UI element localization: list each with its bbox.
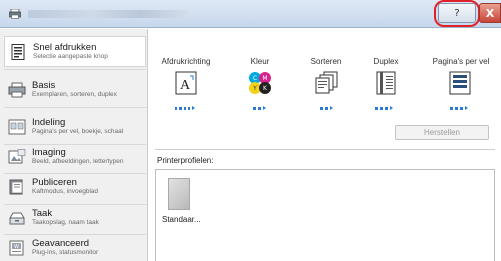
sidebar-item-subtitle: Exemplaren, sorteren, duplex — [32, 91, 117, 99]
window-title-redacted — [28, 10, 188, 18]
printer-profiles-label: Printerprofielen: — [157, 156, 214, 165]
sidebar-item-title: Snel afdrukken — [33, 41, 97, 53]
orientation-letter: A — [180, 78, 191, 93]
sidebar-item-title: Taak — [32, 207, 53, 219]
pages-per-sheet-pager — [450, 105, 470, 111]
printer-app-icon — [9, 9, 21, 19]
reset-button[interactable]: Herstellen — [395, 125, 489, 140]
title-bar: ? X — [0, 0, 501, 28]
svg-text:C: C — [253, 75, 257, 82]
sidebar-item-indeling[interactable]: Indeling Pagina's per vel, boekje, schaa… — [4, 111, 146, 142]
basic-printer-icon — [8, 81, 26, 99]
close-icon: X — [485, 6, 495, 20]
help-button-highlight — [434, 0, 480, 27]
column-header-color: Kleur — [250, 57, 270, 66]
sidebar: Snel afdrukken Selectie aangepaste knop … — [0, 29, 148, 261]
sidebar-item-title: Imaging — [32, 146, 66, 158]
sidebar-item-basis[interactable]: Basis Exemplaren, sorteren, duplex — [4, 74, 146, 105]
sidebar-item-subtitle: Pagina's per vel, boekje, schaal — [32, 128, 124, 136]
sidebar-item-subtitle: Selectie aangepaste knop — [33, 53, 108, 61]
column-header-collate: Sorteren — [310, 57, 342, 66]
orientation-button[interactable]: A — [175, 71, 197, 95]
collate-button[interactable] — [315, 71, 339, 95]
sidebar-item-subtitle: Beeld, afbeeldingen, lettertypen — [32, 158, 124, 166]
sidebar-item-title: Geavanceerd — [32, 237, 90, 249]
sidebar-item-publiceren[interactable]: Publiceren Kaftmodus, invoegblad — [4, 171, 146, 202]
column-header-pages-per-sheet: Pagina's per vel — [432, 57, 490, 66]
duplex-button[interactable] — [376, 71, 398, 95]
close-button[interactable]: X — [479, 3, 501, 23]
sidebar-item-imaging[interactable]: Imaging Beeld, afbeeldingen, lettertypen — [4, 141, 146, 172]
quick-print-panel: Afdrukrichting Kleur Sorteren Duplex Pag… — [149, 29, 501, 261]
orientation-pager — [175, 105, 195, 111]
advanced-icon: W — [8, 239, 26, 257]
column-header-duplex: Duplex — [373, 57, 399, 66]
sidebar-item-subtitle: Plug-ins, statusmonitor — [32, 249, 99, 257]
sidebar-item-title: Indeling — [32, 116, 66, 128]
sidebar-item-taak[interactable]: Taak Taakopslag, naam taak — [4, 202, 146, 233]
svg-text:M: M — [262, 75, 267, 82]
sidebar-item-geavanceerd[interactable]: W Geavanceerd Plug-ins, statusmonitor — [4, 232, 146, 261]
sidebar-item-subtitle: Kaftmodus, invoegblad — [32, 188, 99, 196]
duplex-icon — [376, 71, 396, 95]
imaging-icon — [8, 148, 26, 166]
column-header-orientation: Afdrukrichting — [161, 57, 211, 66]
profile-name[interactable]: Standaar... — [162, 215, 201, 224]
svg-text:W: W — [14, 244, 19, 250]
job-icon — [8, 209, 26, 227]
sidebar-divider — [4, 107, 146, 108]
printer-profiles-list: Standaar... — [155, 169, 495, 261]
pages-per-sheet-button[interactable] — [449, 71, 471, 95]
collate-icon — [315, 71, 338, 94]
pages-per-sheet-icon — [449, 71, 471, 95]
sidebar-item-subtitle: Taakopslag, naam taak — [32, 219, 99, 227]
sidebar-divider — [4, 69, 146, 70]
quick-print-icon — [9, 43, 27, 61]
sidebar-item-snel-afdrukken[interactable]: Snel afdrukken Selectie aangepaste knop — [4, 36, 146, 67]
svg-text:Y: Y — [252, 85, 257, 92]
duplex-pager — [375, 105, 395, 111]
layout-icon — [8, 118, 26, 136]
profile-thumbnail-icon[interactable] — [168, 178, 190, 210]
color-pager — [253, 105, 267, 111]
sidebar-item-title: Publiceren — [32, 176, 77, 188]
color-button[interactable]: C M Y K — [248, 71, 272, 95]
publishing-icon — [8, 178, 26, 196]
orientation-icon: A — [175, 71, 197, 95]
section-divider — [155, 149, 495, 150]
sidebar-item-title: Basis — [32, 79, 56, 91]
color-cmyk-icon: C M Y K — [249, 72, 271, 94]
collate-pager — [320, 105, 334, 111]
